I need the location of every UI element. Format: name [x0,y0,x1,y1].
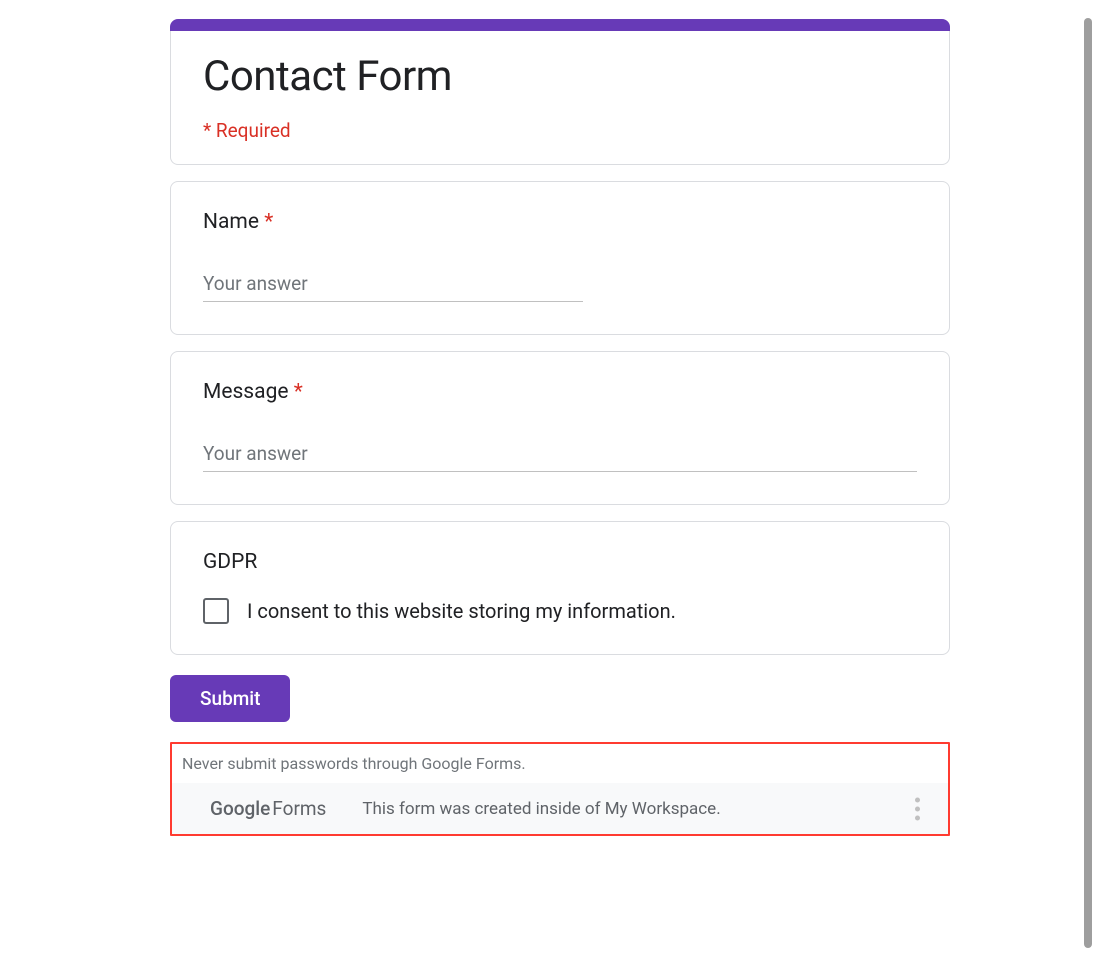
password-warning: Never submit passwords through Google Fo… [182,754,938,773]
logo-google: Google [210,797,270,820]
question-label-gdpr: GDPR [203,550,917,574]
required-star: * [264,210,273,234]
form-title: Contact Form [203,52,917,101]
question-card-name: Name * [170,181,950,335]
label-text: Message [203,380,289,404]
accent-bar [170,19,950,31]
scrollbar[interactable] [1084,18,1092,948]
logo-forms: Forms [272,797,326,820]
footer-highlight-box: Never submit passwords through Google Fo… [170,742,950,836]
form-container: Contact Form * Required Name * Message *… [170,0,950,836]
google-forms-logo[interactable]: GoogleForms [210,797,326,820]
checkbox-row: I consent to this website storing my inf… [203,598,917,624]
more-options-icon[interactable] [909,791,926,826]
name-input[interactable] [203,266,583,302]
required-star: * [294,380,303,404]
submit-button[interactable]: Submit [170,675,290,722]
message-input[interactable] [203,436,917,472]
question-card-message: Message * [170,351,950,505]
consent-label: I consent to this website storing my inf… [247,599,676,623]
header-card: Contact Form * Required [170,20,950,165]
question-label-name: Name * [203,210,917,234]
question-label-message: Message * [203,380,917,404]
consent-checkbox[interactable] [203,598,229,624]
required-note: * Required [203,119,917,142]
footer-bar: GoogleForms This form was created inside… [172,783,948,834]
label-text: Name [203,210,259,234]
workspace-note: This form was created inside of My Works… [362,799,720,819]
question-card-gdpr: GDPR I consent to this website storing m… [170,521,950,655]
